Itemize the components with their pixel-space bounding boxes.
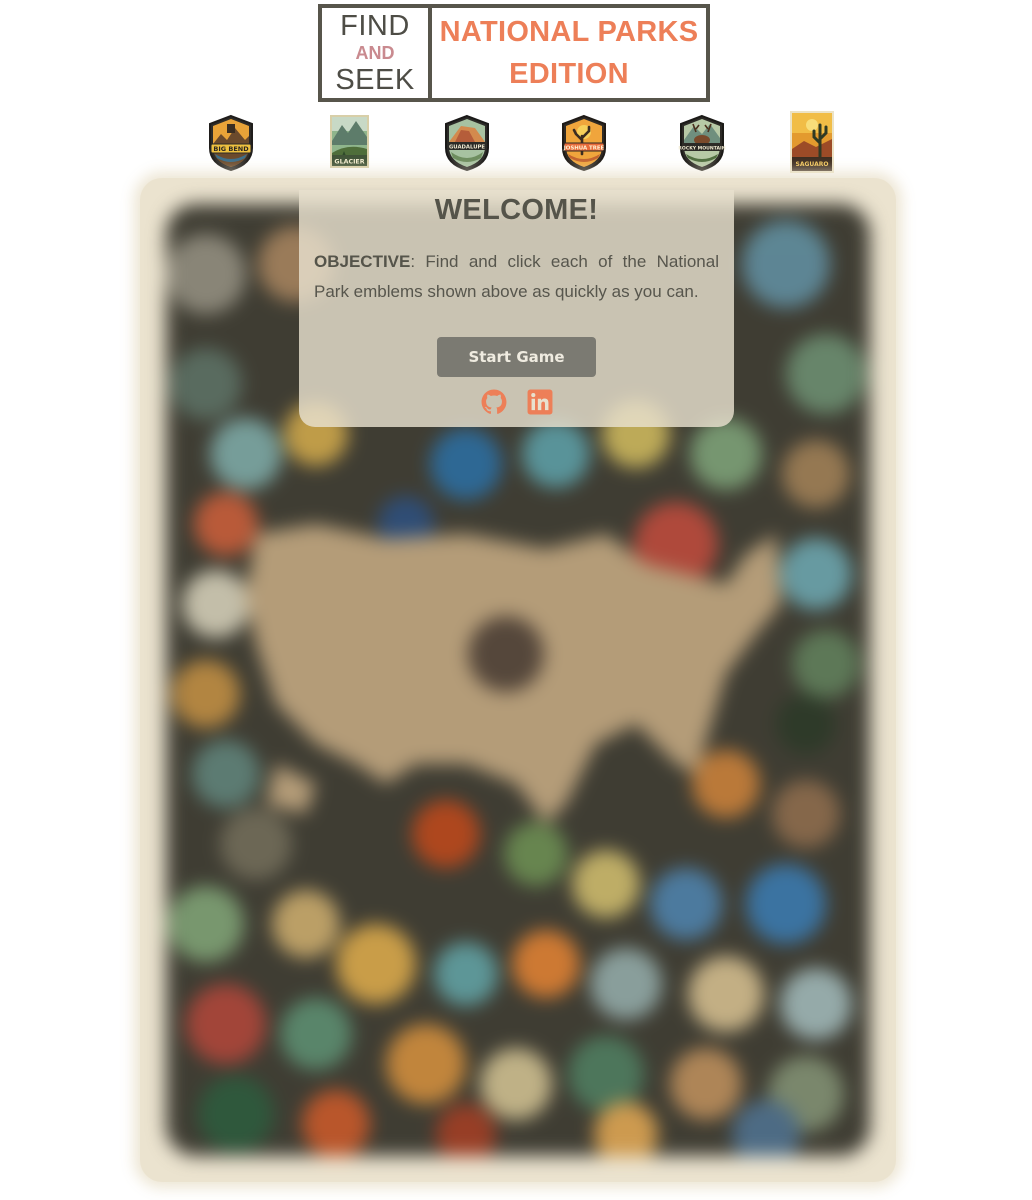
logo-find-and-seek: FIND AND SEEK [322, 8, 432, 98]
logo-edition-text: EDITION [509, 58, 629, 90]
target-emblems-row: BIG BEND GLACIER GUADALUPE JOSHUA TREE R… [0, 110, 1032, 174]
start-game-button[interactable]: Start Game [437, 337, 596, 377]
objective-label: OBJECTIVE [314, 252, 411, 271]
logo-edition: NATIONAL PARKS EDITION [432, 8, 706, 98]
logo-national-parks-text: NATIONAL PARKS [439, 16, 699, 48]
emblem-joshua-tree-label: JOSHUA TREE [563, 146, 605, 152]
emblem-saguaro[interactable]: SAGUARO [790, 111, 834, 173]
emblem-joshua-tree[interactable]: JOSHUA TREE [558, 114, 610, 172]
github-link[interactable] [481, 389, 507, 420]
logo-seek-text: SEEK [335, 63, 415, 96]
logo-find-text: FIND [340, 9, 410, 42]
social-links [314, 389, 719, 420]
objective-text: OBJECTIVE: Find and click each of the Na… [314, 247, 719, 307]
emblem-rocky-mountain[interactable]: ROCKY MOUNTAIN [676, 114, 728, 172]
welcome-title: WELCOME! [434, 194, 599, 226]
emblem-guadalupe-label: GUADALUPE [449, 145, 485, 151]
emblem-glacier-label: GLACIER [334, 159, 364, 166]
emblem-big-bend[interactable]: BIG BEND [205, 114, 257, 172]
emblem-big-bend-label: BIG BEND [213, 145, 249, 153]
logo-and-text: AND [355, 42, 395, 63]
emblem-rocky-mountain-label: ROCKY MOUNTAIN [678, 145, 725, 151]
game-logo: FIND AND SEEK NATIONAL PARKS EDITION [318, 4, 710, 102]
github-icon [481, 389, 506, 414]
emblem-guadalupe[interactable]: GUADALUPE [441, 114, 493, 172]
linkedin-link[interactable] [527, 389, 553, 420]
linkedin-icon [527, 389, 552, 415]
welcome-modal: WELCOME! OBJECTIVE: Find and click each … [299, 190, 734, 427]
emblem-saguaro-label: SAGUARO [796, 161, 829, 168]
emblem-glacier[interactable]: GLACIER [330, 115, 369, 168]
